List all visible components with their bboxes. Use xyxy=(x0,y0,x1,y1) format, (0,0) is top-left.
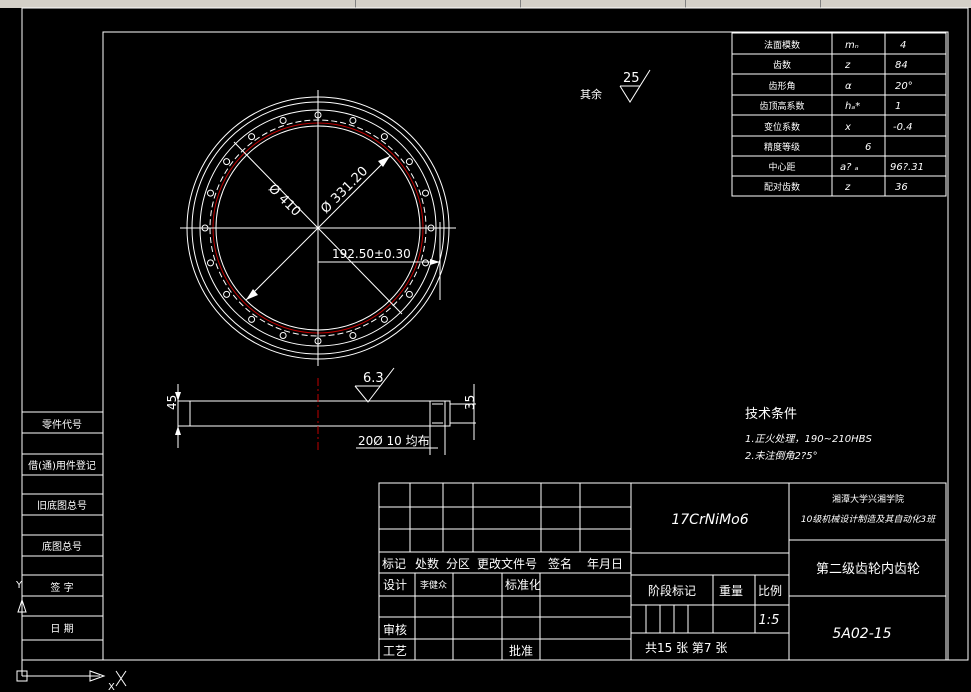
strip-label: 借(通)用件登记 xyxy=(28,459,96,472)
bolt-hole xyxy=(349,117,357,124)
tech-item: 2.未注倒角2?5° xyxy=(745,450,818,462)
param-name: 中心距 xyxy=(768,161,795,173)
gear-front-view: Ø 410 Ø 331.20 192.50±0.30 xyxy=(180,90,456,366)
param-name: 齿数 xyxy=(773,59,791,71)
bolt-hole xyxy=(223,158,231,166)
class-name: 10级机械设计制造及其自动化3班 xyxy=(801,514,937,525)
param-name: 齿形角 xyxy=(768,80,795,92)
designer-name: 李健众 xyxy=(420,579,447,591)
rev-header: 分区 xyxy=(446,557,470,571)
tech-title: 技术条件 xyxy=(745,406,797,422)
bolt-hole xyxy=(207,259,214,267)
design-label: 设计 xyxy=(383,578,407,592)
bolt-hole xyxy=(405,158,413,166)
side-roughness-value: 6.3 xyxy=(363,371,384,386)
strip-label: 签 字 xyxy=(50,581,73,594)
param-value: 96?.31 xyxy=(890,162,924,173)
bolt-hole xyxy=(380,315,388,323)
rev-header: 处数 xyxy=(415,556,439,571)
school-name: 湘潭大学兴湘学院 xyxy=(832,493,904,505)
param-symbol: α xyxy=(845,81,852,92)
bolt-hole xyxy=(248,315,256,323)
param-symbol: a? ₐ xyxy=(840,162,859,173)
bolt-hole xyxy=(279,117,287,124)
inner-diameter-dim: Ø 331.20 xyxy=(318,164,371,217)
rev-header: 签名 xyxy=(548,556,572,571)
bolt-hole xyxy=(422,259,429,267)
strip-label: 底图总号 xyxy=(42,540,82,553)
param-symbol: mₙ xyxy=(845,40,859,51)
thickness-dim: 45 xyxy=(165,395,179,410)
bolt-hole xyxy=(207,189,214,197)
strip-label: 旧底图总号 xyxy=(37,499,87,512)
param-name: 法面模数 xyxy=(764,39,800,51)
param-value: 36 xyxy=(895,182,908,193)
bolt-hole xyxy=(422,189,429,197)
bolt-hole xyxy=(349,332,357,339)
rev-header: 更改文件号 xyxy=(477,556,537,571)
title-block: 标记 处数 分区 更改文件号 签名 年月日 设计 李健众 标准化 审核 工艺 批… xyxy=(378,482,947,661)
process-label: 工艺 xyxy=(383,644,407,658)
standard-label: 标准化 xyxy=(505,578,541,592)
ucs-icon[interactable]: Y X xyxy=(15,580,127,692)
bolt-hole xyxy=(380,133,388,141)
sheet-count: 共15 张 第7 张 xyxy=(645,641,727,655)
parameter-table: 法面模数 齿数 齿形角 齿顶高系数 变位系数 精度等级 中心距 配对齿数 mₙ … xyxy=(731,32,947,197)
param-value: -0.4 xyxy=(893,122,913,133)
param-name: 配对齿数 xyxy=(764,181,800,193)
rev-header: 年月日 xyxy=(587,557,623,571)
approve-label: 批准 xyxy=(509,643,533,658)
param-value: 20° xyxy=(895,81,913,92)
strip-label: 零件代号 xyxy=(42,419,82,431)
radius-dim: 192.50±0.30 xyxy=(332,247,411,261)
tech-item: 1.正火处理，190~210HBS xyxy=(745,433,872,445)
param-value: 4 xyxy=(900,40,906,51)
param-name: 齿顶高系数 xyxy=(759,100,804,112)
bolt-hole xyxy=(279,332,287,339)
tech-conditions: 技术条件 1.正火处理，190~210HBS 2.未注倒角2?5° xyxy=(745,406,872,462)
left-strip: 零件代号 借(通)用件登记 旧底图总号 底图总号 签 字 日 期 xyxy=(22,411,103,641)
ucs-x-label: X xyxy=(108,682,115,692)
bolt-hole xyxy=(405,290,413,298)
roughness-rest-label: 其余 xyxy=(580,87,602,101)
param-name: 精度等级 xyxy=(764,141,800,153)
roughness-rest-value: 25 xyxy=(623,71,640,86)
roughness-rest-symbol: 其余 25 xyxy=(580,69,651,103)
review-label: 审核 xyxy=(383,622,407,637)
param-symbol: z xyxy=(844,182,851,193)
cad-drawing[interactable]: 零件代号 借(通)用件登记 旧底图总号 底图总号 签 字 日 期 法面模数 齿数… xyxy=(0,0,971,692)
rev-header: 标记 xyxy=(382,557,406,571)
material: 17CrNiMo6 xyxy=(671,512,748,528)
param-symbol: hₐ* xyxy=(845,101,860,112)
ucs-y-label: Y xyxy=(15,580,23,591)
stage-label: 阶段标记 xyxy=(648,583,696,598)
bolt-hole xyxy=(223,290,231,298)
param-symbol: x xyxy=(844,122,851,133)
scale-label: 比例 xyxy=(758,584,782,598)
strip-label: 日 期 xyxy=(50,623,73,635)
part-name: 第二级齿轮内齿轮 xyxy=(816,561,920,577)
bolt-hole xyxy=(248,133,256,141)
param-name: 变位系数 xyxy=(764,121,800,133)
gear-side-view: 45 35 6.3 20Ø 10 均布 xyxy=(165,367,477,455)
inner-thickness-dim: 35 xyxy=(463,395,477,410)
param-value: 1 xyxy=(895,101,901,112)
param-value: 6 xyxy=(865,142,871,153)
drawing-number: 5A02-15 xyxy=(832,626,891,642)
holes-note: 20Ø 10 均布 xyxy=(358,434,430,448)
param-value: 84 xyxy=(895,60,908,71)
scale-value: 1:5 xyxy=(759,613,780,628)
outer-diameter-dim: Ø 410 xyxy=(265,181,303,219)
weight-label: 重量 xyxy=(719,584,743,598)
param-symbol: z xyxy=(844,60,851,71)
